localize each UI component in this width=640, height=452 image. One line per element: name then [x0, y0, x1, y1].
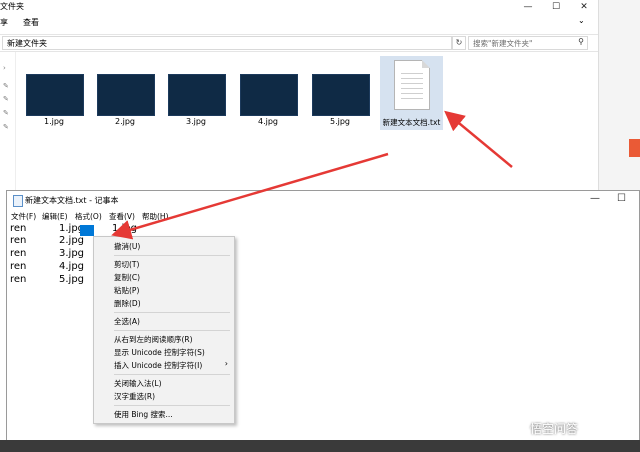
- watermark: 悟空问答: [510, 420, 578, 438]
- arrow-to-notepad: [111, 152, 389, 240]
- annotation-arrows: [111, 110, 513, 240]
- watermark-text: 悟空问答: [530, 422, 579, 436]
- watermark-logo-icon: [510, 421, 526, 438]
- arrow-to-text-file: [444, 110, 513, 168]
- taskbar: [0, 440, 640, 452]
